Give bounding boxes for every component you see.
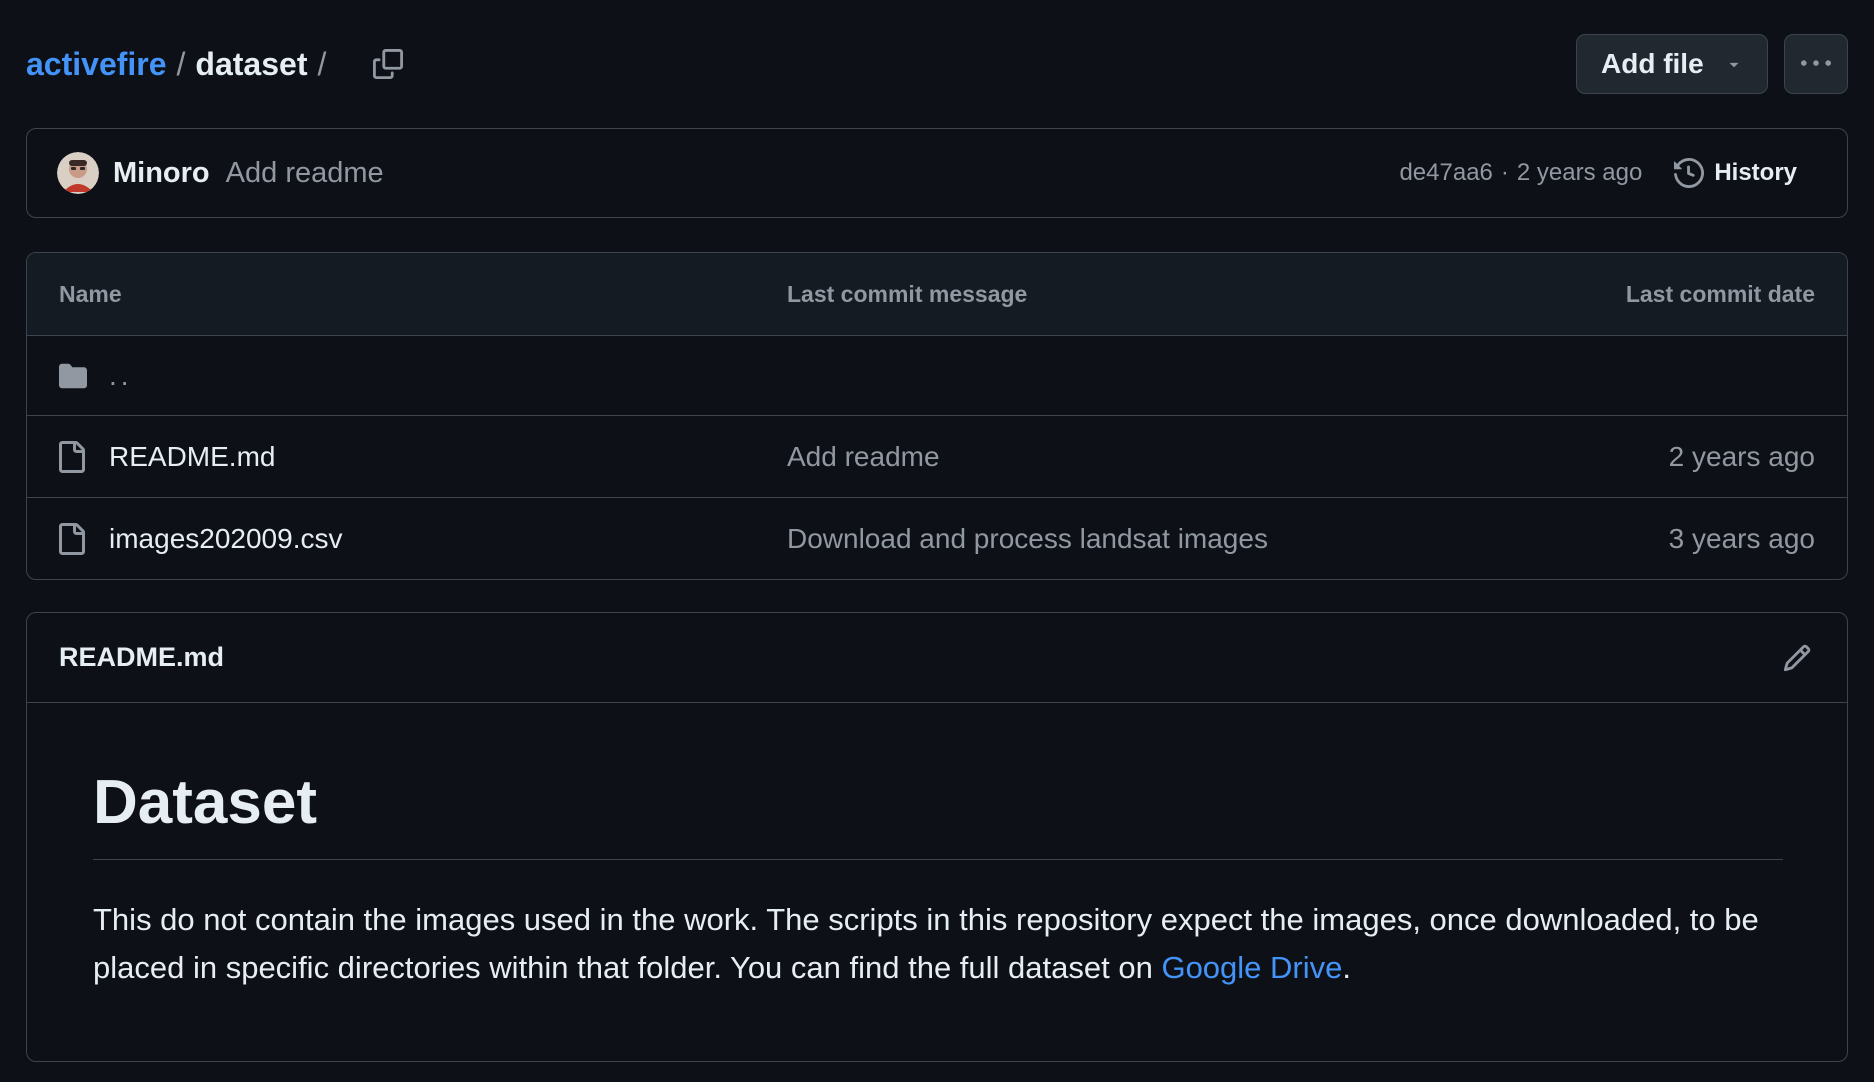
file-table-header: Name Last commit message Last commit dat… <box>27 253 1847 335</box>
latest-commit-box: Minoro Add readme de47aa6 · 2 years ago … <box>26 128 1848 218</box>
file-name-link[interactable]: images202009.csv <box>109 523 342 555</box>
edit-readme-button[interactable] <box>1777 638 1817 678</box>
readme-panel: README.md Dataset This do not contain th… <box>26 612 1848 1062</box>
history-button[interactable]: History <box>1674 158 1817 188</box>
add-file-button[interactable]: Add file <box>1576 34 1768 94</box>
file-name-cell: images202009.csv <box>59 522 787 555</box>
header-actions: Add file <box>1576 34 1848 94</box>
google-drive-link[interactable]: Google Drive <box>1161 950 1342 985</box>
readme-paragraph-end: . <box>1342 950 1351 986</box>
more-options-button[interactable] <box>1784 34 1848 94</box>
history-icon <box>1674 158 1705 188</box>
file-browser-page: activefire / dataset / Add file Minoro A… <box>0 0 1874 1082</box>
commit-meta: de47aa6 · 2 years ago History <box>1399 158 1817 188</box>
column-header-message: Last commit message <box>787 280 1028 307</box>
readme-filename: README.md <box>59 642 225 672</box>
column-header-name: Name <box>59 280 122 307</box>
file-name-link[interactable]: README.md <box>109 441 275 473</box>
parent-directory-cell: .. <box>59 360 787 392</box>
readme-heading: Dataset <box>93 768 1783 861</box>
commit-meta-separator: · <box>1500 159 1509 186</box>
parent-directory-row[interactable]: .. <box>27 335 1847 415</box>
commit-author[interactable]: Minoro <box>113 157 210 190</box>
readme-header: README.md <box>27 613 1847 703</box>
commit-sha[interactable]: de47aa6 <box>1399 159 1492 187</box>
file-commit-message-link[interactable]: Add readme <box>787 441 940 472</box>
readme-paragraph: This do not contain the images used in t… <box>93 896 1783 992</box>
triangle-down-icon <box>1729 62 1739 68</box>
file-commit-date: 3 years ago <box>1668 522 1815 554</box>
copy-icon <box>373 49 404 79</box>
file-table: Name Last commit message Last commit dat… <box>26 252 1848 580</box>
author-avatar[interactable] <box>57 152 99 194</box>
table-row[interactable]: images202009.csv Download and process la… <box>27 497 1847 579</box>
kebab-horizontal-icon <box>1801 60 1831 66</box>
breadcrumb-separator: / <box>176 45 186 82</box>
column-header-date: Last commit date <box>1625 280 1815 307</box>
breadcrumb-current-folder: dataset <box>195 45 308 82</box>
file-icon <box>59 522 87 555</box>
file-commit-message-cell: Add readme <box>787 441 1669 473</box>
copy-path-button[interactable] <box>366 42 410 86</box>
add-file-label: Add file <box>1601 48 1704 79</box>
file-commit-message-link[interactable]: Download and process landsat images <box>787 523 1268 554</box>
readme-paragraph-text: This do not contain the images used in t… <box>93 902 1759 986</box>
table-row[interactable]: README.md Add readme 2 years ago <box>27 415 1847 497</box>
file-commit-message-cell: Download and process landsat images <box>787 523 1669 555</box>
commit-message[interactable]: Add readme <box>226 157 384 190</box>
file-name-cell: README.md <box>59 440 787 473</box>
parent-directory-link[interactable]: .. <box>109 360 133 392</box>
breadcrumb-trailing-separator: / <box>317 45 327 82</box>
file-commit-date: 2 years ago <box>1668 440 1815 472</box>
pencil-icon <box>1783 644 1811 671</box>
breadcrumb-repo-link[interactable]: activefire <box>26 46 167 83</box>
readme-content: Dataset This do not contain the images u… <box>27 768 1847 992</box>
history-label: History <box>1714 159 1797 186</box>
file-icon <box>59 440 87 473</box>
commit-age: 2 years ago <box>1516 159 1643 186</box>
page-header: activefire / dataset / Add file <box>26 32 1848 96</box>
folder-icon <box>59 360 87 392</box>
breadcrumb: activefire / dataset / <box>26 46 336 83</box>
